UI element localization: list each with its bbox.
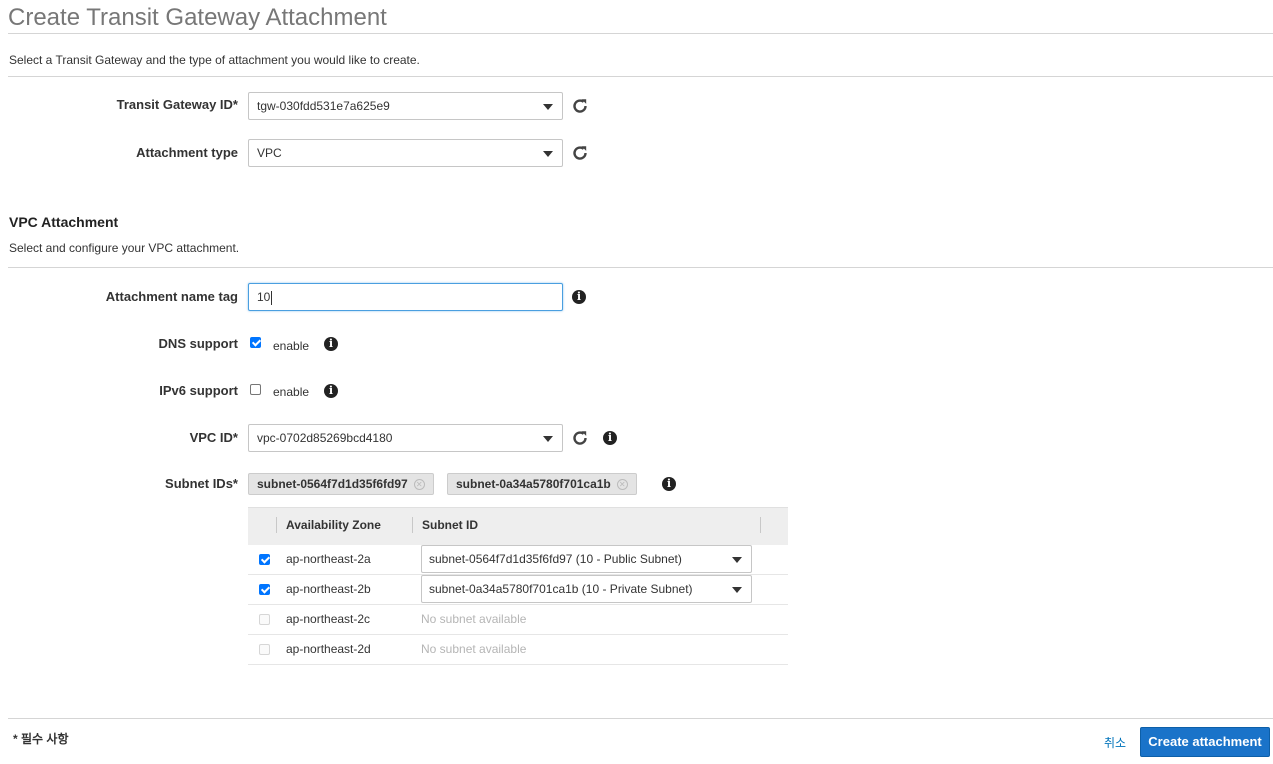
page-title: Create Transit Gateway Attachment	[8, 4, 387, 31]
attachment-name-tag-label: Attachment name tag	[105, 289, 238, 304]
description-divider	[8, 76, 1273, 77]
column-availability-zone[interactable]: Availability Zone	[286, 518, 381, 532]
transit-gateway-id-label: Transit Gateway ID*	[116, 97, 238, 112]
attachment-type-value: VPC	[257, 146, 282, 160]
refresh-icon[interactable]	[571, 144, 589, 162]
attachment-name-tag-input[interactable]: 10	[248, 283, 563, 311]
row-subnet-select[interactable]: subnet-0a34a5780f701ca1b (10 - Private S…	[421, 575, 752, 603]
column-subnet-id[interactable]: Subnet ID	[422, 518, 478, 532]
row-zone: ap-northeast-2c	[286, 612, 371, 626]
subnet-token[interactable]: subnet-0564f7d1d35f6fd97 ✕	[248, 473, 434, 495]
ipv6-support-label: IPv6 support	[159, 383, 238, 398]
vpc-id-value: vpc-0702d85269bcd4180	[257, 431, 393, 445]
transit-gateway-id-select[interactable]: tgw-030fdd531e7a625e9	[248, 92, 563, 120]
dns-support-label: DNS support	[158, 336, 238, 351]
row-subnet-unavailable: No subnet available	[421, 612, 527, 626]
row-checkbox[interactable]	[259, 584, 270, 595]
info-icon[interactable]: i	[572, 290, 586, 304]
row-subnet-select[interactable]: subnet-0564f7d1d35f6fd97 (10 - Public Su…	[421, 545, 752, 573]
row-checkbox	[259, 644, 270, 655]
info-icon[interactable]: i	[324, 384, 338, 398]
text-cursor	[271, 290, 273, 305]
vpc-attachment-description: Select and configure your VPC attachment…	[9, 241, 240, 255]
page-description: Select a Transit Gateway and the type of…	[9, 53, 420, 67]
vpc-id-select[interactable]: vpc-0702d85269bcd4180	[248, 424, 563, 452]
subnet-ids-label: Subnet IDs*	[165, 476, 238, 491]
row-checkbox	[259, 614, 270, 625]
column-divider	[276, 517, 277, 533]
row-subnet-unavailable: No subnet available	[421, 642, 527, 656]
ipv6-support-checkbox[interactable]	[250, 384, 261, 395]
vpc-id-label: VPC ID*	[189, 430, 238, 445]
attachment-type-label: Attachment type	[136, 145, 238, 160]
vpc-attachment-title: VPC Attachment	[9, 214, 119, 230]
subnet-token[interactable]: subnet-0a34a5780f701ca1b ✕	[447, 473, 637, 495]
attachment-name-tag-value: 10	[257, 290, 271, 304]
info-icon[interactable]: i	[324, 337, 338, 351]
dns-support-checkbox[interactable]	[250, 337, 261, 348]
section-divider	[8, 267, 1273, 268]
column-divider	[760, 517, 761, 533]
required-note: * 필수 사항	[13, 732, 69, 746]
subnet-token-label: subnet-0564f7d1d35f6fd97	[257, 477, 408, 491]
row-subnet-value: subnet-0564f7d1d35f6fd97 (10 - Public Su…	[429, 552, 682, 566]
row-zone: ap-northeast-2d	[286, 642, 371, 656]
close-icon[interactable]: ✕	[616, 479, 628, 491]
dns-support-option: enable	[273, 339, 310, 353]
footer-divider	[8, 718, 1273, 719]
cancel-button[interactable]: 취소	[1104, 734, 1126, 751]
chevron-down-icon	[543, 436, 553, 442]
ipv6-support-option: enable	[273, 385, 310, 399]
column-divider	[412, 517, 413, 533]
chevron-down-icon	[543, 104, 553, 110]
refresh-icon[interactable]	[571, 97, 589, 115]
info-icon[interactable]: i	[603, 431, 617, 445]
row-divider	[248, 664, 788, 665]
row-subnet-value: subnet-0a34a5780f701ca1b (10 - Private S…	[429, 582, 693, 596]
create-attachment-button[interactable]: Create attachment	[1140, 727, 1270, 757]
chevron-down-icon	[732, 587, 742, 593]
chevron-down-icon	[543, 151, 553, 157]
close-icon[interactable]: ✕	[413, 479, 425, 491]
transit-gateway-id-value: tgw-030fdd531e7a625e9	[257, 99, 390, 113]
chevron-down-icon	[732, 557, 742, 563]
row-zone: ap-northeast-2b	[286, 582, 371, 596]
row-divider	[248, 604, 788, 605]
info-icon[interactable]: i	[662, 477, 676, 491]
row-zone: ap-northeast-2a	[286, 552, 371, 566]
row-divider	[248, 634, 788, 635]
title-divider	[8, 33, 1273, 34]
refresh-icon[interactable]	[571, 429, 589, 447]
subnet-token-label: subnet-0a34a5780f701ca1b	[456, 477, 611, 491]
attachment-type-select[interactable]: VPC	[248, 139, 563, 167]
row-checkbox[interactable]	[259, 554, 270, 565]
